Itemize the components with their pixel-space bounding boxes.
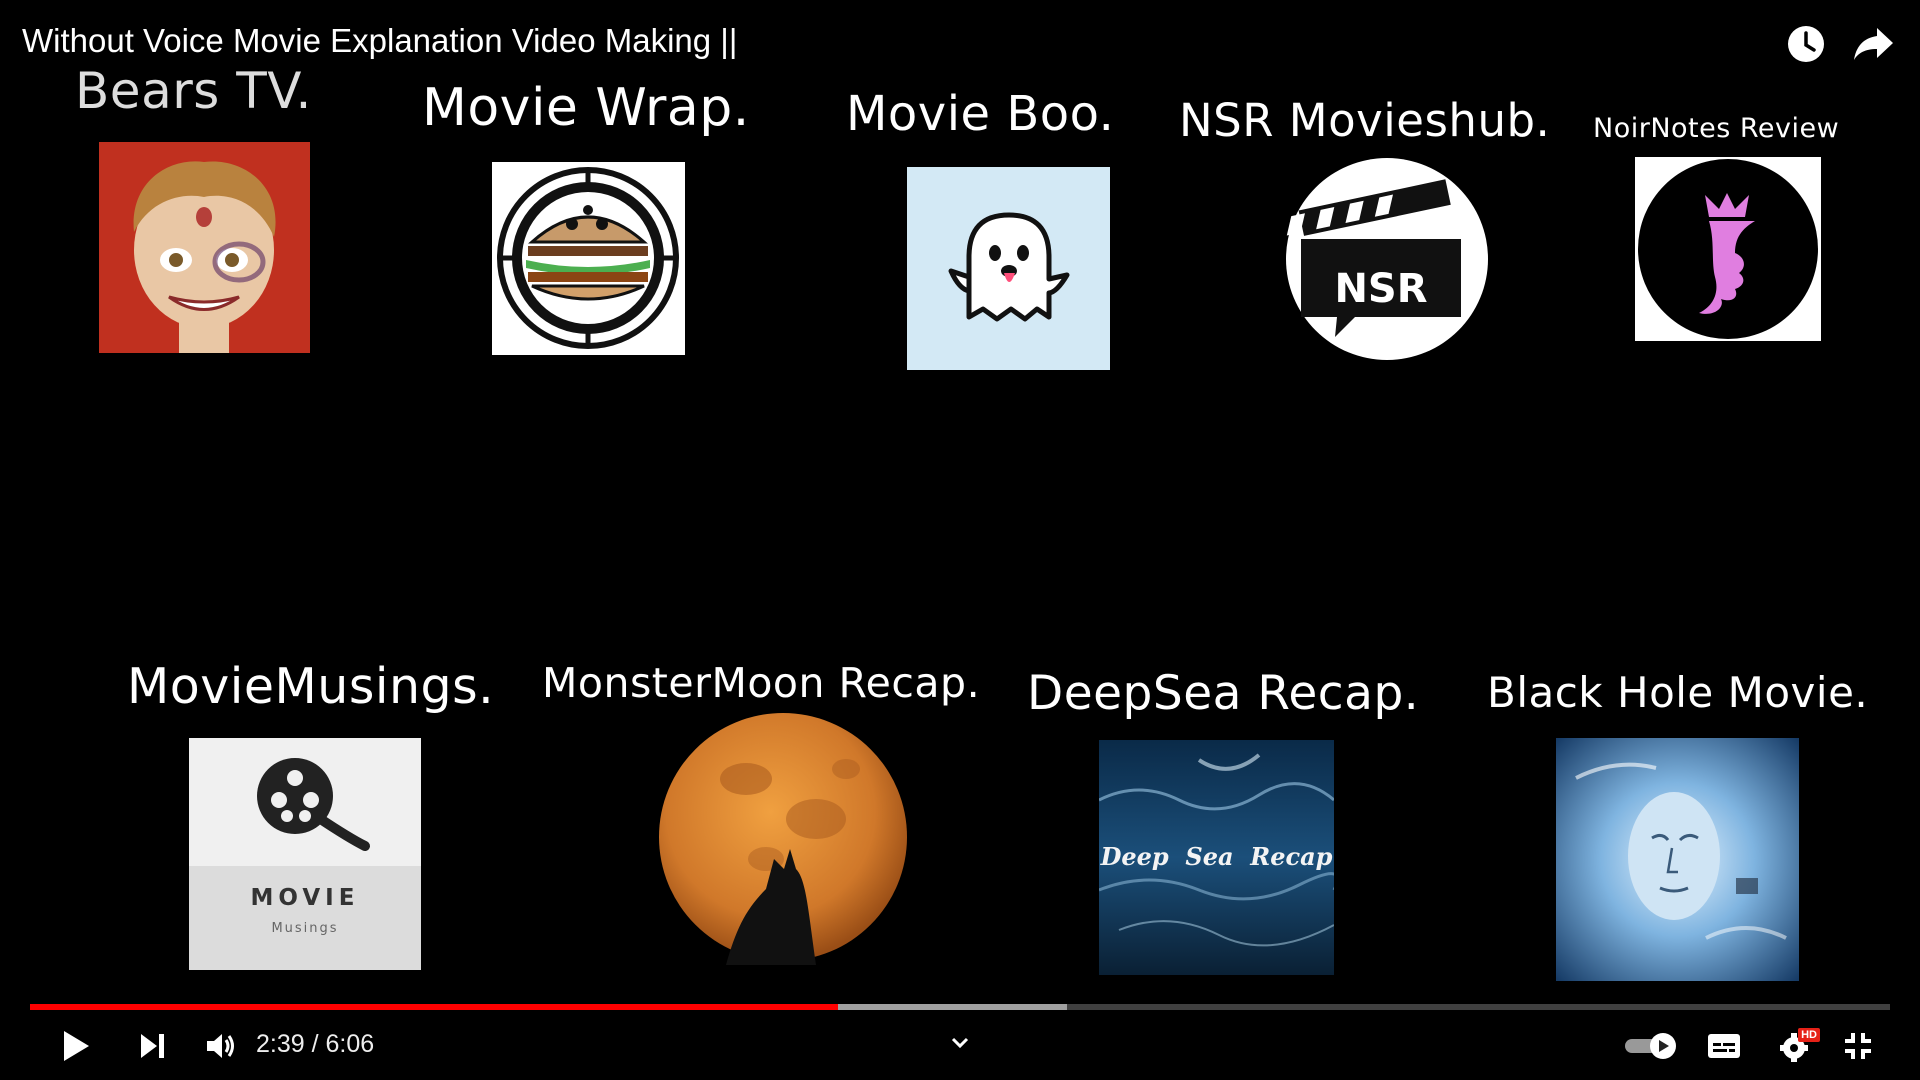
progress-played — [30, 1004, 838, 1010]
channel-label-monstermoon-recap: MonsterMoon Recap. — [542, 659, 981, 707]
duration: 6:06 — [325, 1030, 375, 1058]
channel-label-movie-boo: Movie Boo. — [846, 86, 1115, 142]
nsr-logo-text: NSR — [1334, 266, 1427, 312]
chevron-down-icon[interactable] — [940, 1028, 980, 1058]
subtitles-button[interactable] — [1700, 1020, 1748, 1072]
noirnotes-review-logo — [1635, 157, 1821, 341]
channel-label-movie-wrap: Movie Wrap. — [422, 78, 750, 138]
moviemusings-logo: MOVIE Musings — [189, 738, 421, 970]
settings-button[interactable]: HD — [1770, 1020, 1822, 1072]
video-title[interactable]: Without Voice Movie Explanation Video Ma… — [22, 22, 737, 60]
current-time: 2:39 — [256, 1030, 305, 1058]
channel-label-nsr-movieshub: NSR Movieshub. — [1179, 94, 1551, 147]
channel-label-noirnotes-review: NoirNotes Review — [1593, 113, 1840, 144]
monstermoon-recap-logo — [656, 709, 910, 965]
autoplay-toggle[interactable] — [1620, 1020, 1682, 1072]
deepsea-recap-logo: Deep Sea Recap — [1099, 740, 1334, 975]
movie-boo-logo — [907, 167, 1110, 370]
black-hole-movie-logo — [1556, 738, 1799, 981]
channel-label-black-hole-movie: Black Hole Movie. — [1487, 668, 1869, 717]
play-button[interactable] — [52, 1020, 100, 1072]
channel-label-bears-tv: Bears TV. — [75, 62, 312, 120]
share-icon[interactable] — [1850, 20, 1898, 68]
moviemusings-logo-text: MOVIE — [250, 885, 360, 911]
time-display: 2:39 / 6:06 — [256, 1030, 374, 1059]
bears-tv-logo — [99, 142, 310, 353]
watch-later-icon[interactable] — [1782, 20, 1830, 68]
deepsea-logo-text: Deep Sea Recap — [1100, 842, 1333, 871]
time-separator: / — [304, 1030, 326, 1058]
volume-button[interactable] — [196, 1020, 246, 1072]
hd-badge: HD — [1798, 1028, 1820, 1042]
nsr-movieshub-logo: NSR — [1285, 157, 1489, 361]
channel-label-moviemusings: MovieMusings. — [127, 658, 495, 715]
moviemusings-logo-subtext: Musings — [271, 921, 339, 936]
exit-fullscreen-button[interactable] — [1834, 1020, 1882, 1072]
channel-label-deepsea-recap: DeepSea Recap. — [1027, 666, 1420, 721]
movie-wrap-logo — [492, 162, 685, 355]
next-button[interactable] — [128, 1020, 176, 1072]
